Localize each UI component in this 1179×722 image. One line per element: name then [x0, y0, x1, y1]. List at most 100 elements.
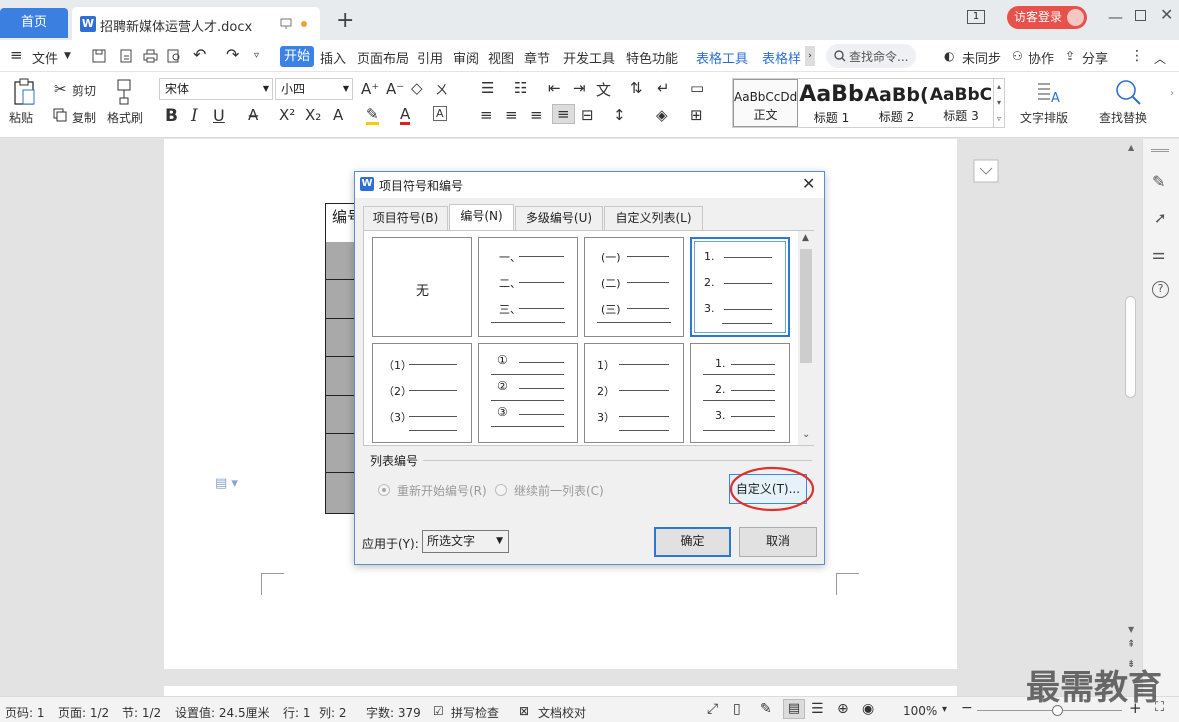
grow-font-icon[interactable]: A⁺ — [361, 80, 379, 98]
menu-view[interactable]: 视图 — [488, 48, 514, 67]
shading-icon[interactable]: ◈ — [656, 106, 668, 124]
status-word-count[interactable]: 字数: 379 — [366, 704, 421, 721]
zoom-dropdown-icon[interactable]: ▾ — [942, 704, 947, 715]
increase-indent-icon[interactable]: ⇥ — [573, 79, 586, 97]
spell-check-button[interactable]: 拼写检查 — [451, 704, 499, 721]
numbering-option-fullwidth-paren[interactable]: （1） （2） （3） — [372, 343, 472, 443]
align-left-icon[interactable]: ≡ — [480, 106, 493, 124]
paste-button[interactable]: 粘贴 — [9, 109, 33, 126]
menu-developer[interactable]: 开发工具 — [563, 48, 615, 67]
export-pdf-icon[interactable] — [119, 49, 133, 63]
pen-icon[interactable]: ✎ — [1152, 172, 1165, 191]
vertical-scrollbar[interactable]: ▲ ▼ ⇞ ⇟ — [1124, 139, 1142, 696]
settings-sliders-icon[interactable]: ⚌ — [1152, 245, 1165, 263]
write-mode-icon[interactable]: ✎ — [760, 701, 772, 717]
status-line[interactable]: 行: 1 — [283, 704, 311, 721]
style-normal[interactable]: AaBbCcDd 正文 — [733, 79, 798, 127]
visitor-login-button[interactable]: 访客登录 — [1007, 6, 1087, 29]
numbered-list-icon[interactable]: ☷ — [514, 79, 527, 97]
menu-table-tools[interactable]: 表格工具 — [696, 48, 748, 67]
gallery-scroll-thumb[interactable] — [800, 249, 812, 363]
zoom-slider[interactable] — [977, 705, 1122, 716]
style-heading-3[interactable]: AaBbC 标题 3 — [929, 79, 993, 127]
strikethrough-icon[interactable]: A̶ — [248, 106, 258, 124]
new-tab-plus-icon[interactable]: + — [336, 8, 354, 33]
reading-mode-icon[interactable]: ▯ — [733, 701, 741, 717]
bold-icon[interactable]: B — [165, 106, 178, 126]
cut-button[interactable]: 剪切 — [72, 82, 96, 99]
ribbon-scroll-right-icon[interactable]: › — [1170, 88, 1174, 99]
align-right-icon[interactable]: ≡ — [530, 106, 543, 124]
prev-page-icon[interactable]: ⇞ — [1127, 639, 1135, 650]
status-page[interactable]: 页码: 1 — [5, 704, 45, 721]
status-setting[interactable]: 设置值: 24.5厘米 — [175, 704, 270, 721]
scroll-up-icon[interactable]: ▲ — [1128, 143, 1134, 152]
quick-access-dropdown-icon[interactable]: ▿ — [254, 50, 259, 61]
table-selected-cells[interactable] — [326, 242, 356, 513]
print-preview-icon[interactable] — [167, 49, 182, 63]
highlight-color-icon[interactable]: ✎ — [366, 106, 379, 125]
page-count-badge[interactable]: 1 — [967, 10, 985, 24]
borders-icon[interactable]: ⊞ — [690, 106, 703, 124]
menu-file[interactable]: 文件 — [32, 48, 58, 67]
zoom-level[interactable]: 100% — [903, 704, 937, 718]
paste-icon[interactable] — [12, 78, 36, 106]
monitor-icon[interactable] — [280, 18, 292, 30]
font-size-select[interactable]: 小四 ▼ — [275, 78, 353, 100]
redo-icon[interactable]: ↷ — [226, 45, 239, 64]
web-view-icon[interactable]: ⊕ — [837, 701, 849, 717]
undo-icon[interactable]: ↶ — [193, 45, 206, 64]
menu-scroll-right-icon[interactable]: › — [805, 46, 815, 66]
command-search-input[interactable]: 查找命令... — [826, 44, 916, 68]
numbering-option-none[interactable]: 无 — [372, 237, 472, 337]
underline-icon[interactable]: U — [213, 106, 225, 125]
show-marks-icon[interactable]: ▭ — [690, 79, 704, 97]
menu-table-style[interactable]: 表格样 — [762, 48, 801, 67]
hamburger-icon[interactable]: ≡ — [10, 46, 23, 64]
cancel-button[interactable]: 取消 — [739, 527, 817, 557]
fullscreen-icon[interactable]: ⤢ — [707, 701, 718, 717]
restart-numbering-radio[interactable] — [378, 484, 390, 496]
numbering-option-circled[interactable]: ① ② ③ — [478, 343, 578, 443]
status-section[interactable]: 节: 1/2 — [122, 704, 161, 721]
doc-proof-button[interactable]: 文档校对 — [538, 704, 586, 721]
style-heading-1[interactable]: AaBb 标题 1 — [799, 79, 864, 127]
collaborate-button[interactable]: 协作 — [1028, 48, 1054, 67]
font-name-select[interactable]: 宋体 ▼ — [159, 78, 273, 100]
menu-insert[interactable]: 插入 — [320, 48, 346, 67]
eye-protection-icon[interactable]: ◉ — [862, 701, 874, 717]
close-window-icon[interactable]: ✕ — [1160, 5, 1173, 24]
share-button[interactable]: 分享 — [1082, 48, 1108, 67]
menu-references[interactable]: 引用 — [417, 48, 443, 67]
find-replace-button[interactable]: 查找替换 — [1099, 109, 1147, 126]
outline-icon[interactable]: ☰ — [811, 701, 824, 717]
scroll-up-icon[interactable]: ▲ — [802, 233, 809, 243]
subscript-icon[interactable]: X₂ — [305, 106, 321, 124]
status-column[interactable]: 列: 2 — [319, 704, 347, 721]
scroll-down-icon[interactable]: ⌄ — [802, 429, 810, 440]
distributed-icon[interactable]: ⊟ — [581, 106, 594, 124]
document-tab[interactable]: W 招聘新媒体运营人才.docx — [72, 7, 320, 40]
style-heading-2[interactable]: AaBb( 标题 2 — [864, 79, 929, 127]
numbering-option-arabic-paren[interactable]: 1） 2） 3） — [584, 343, 684, 443]
menu-chapter[interactable]: 章节 — [524, 48, 550, 67]
text-effect-icon[interactable]: A — [333, 106, 343, 124]
tab-bullets[interactable]: 项目符号(B) — [363, 206, 448, 230]
minimize-icon[interactable]: — — [1108, 8, 1123, 26]
clear-format-icon[interactable]: ◇ — [411, 79, 423, 97]
document-table[interactable]: 编号 — [325, 203, 362, 514]
print-icon[interactable] — [143, 49, 158, 63]
menu-page-layout[interactable]: 页面布局 — [357, 48, 409, 67]
justify-icon[interactable]: ≡ — [552, 104, 575, 124]
italic-icon[interactable]: I — [191, 106, 198, 126]
gallery-scrollbar[interactable]: ▲ ⌄ — [798, 231, 814, 445]
more-options-icon[interactable]: ⋮ — [1130, 48, 1144, 64]
align-center-icon[interactable]: ≡ — [505, 106, 518, 124]
superscript-icon[interactable]: X² — [279, 106, 295, 124]
dialog-close-icon[interactable]: ✕ — [802, 174, 815, 193]
sort-icon[interactable]: ⇅ — [630, 79, 643, 97]
style-gallery-scroll-icon[interactable]: ▴ ▾ ▿ — [993, 79, 1004, 127]
format-painter-button[interactable]: 格式刷 — [107, 109, 143, 126]
status-pages[interactable]: 页面: 1/2 — [58, 704, 109, 721]
tab-multilevel[interactable]: 多级编号(U) — [515, 206, 603, 230]
